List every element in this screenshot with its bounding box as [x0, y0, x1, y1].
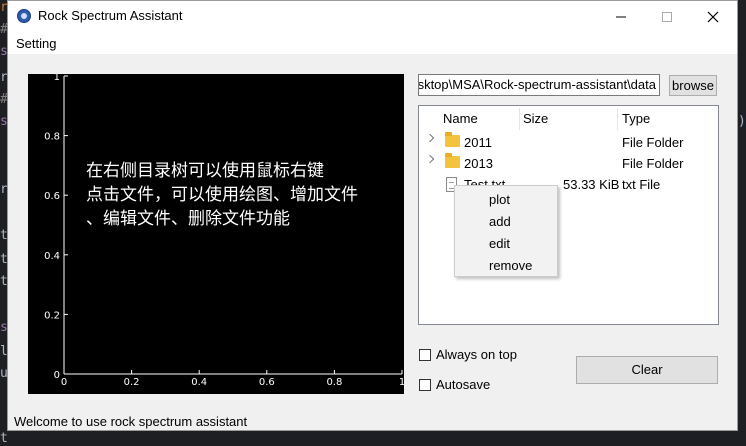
column-header-name[interactable]: Name [443, 111, 478, 126]
status-bar-text: Welcome to use rock spectrum assistant [14, 414, 248, 429]
instruction-line: 在右侧目录树可以使用鼠标右键 [86, 161, 324, 181]
maximize-button[interactable] [644, 1, 690, 32]
folder-icon [445, 153, 460, 168]
plot-canvas[interactable]: 0 0.2 0.4 0.6 0.8 1 0 0.2 0.4 0.6 0.8 1 在右侧目录树可以使用鼠… [28, 74, 404, 394]
minimize-icon [616, 16, 626, 17]
maximize-icon [662, 11, 672, 22]
row-name: 2011 [464, 135, 492, 150]
close-icon [707, 11, 719, 22]
plot-instruction-text: 在右侧目录树可以使用鼠标右键 点击文件，可以使用绘图、增加文件 、编辑文件、删除… [86, 159, 406, 231]
x-tick-label: 0.6 [259, 377, 275, 388]
x-tick-label: 0.8 [326, 377, 342, 388]
column-divider [519, 108, 520, 130]
expand-chevron-icon[interactable] [425, 133, 435, 143]
autosave-checkbox[interactable] [419, 379, 431, 391]
always-on-top-label: Always on top [436, 347, 517, 362]
row-size: 53.33 KiB [563, 177, 620, 192]
context-menu: plot add edit remove [454, 185, 558, 277]
column-header-type[interactable]: Type [622, 111, 650, 126]
y-tick-label: 0.6 [44, 191, 60, 202]
context-menu-remove[interactable]: remove [489, 258, 532, 273]
x-tick-label: 0 [61, 377, 67, 388]
y-tick-label: 0.2 [44, 310, 60, 321]
x-tick-label: 0.2 [124, 377, 140, 388]
tree-row-2011[interactable]: 2011 File Folder [419, 132, 718, 154]
column-divider [617, 108, 618, 130]
row-type: txt File [622, 177, 661, 192]
autosave-label: Autosave [436, 377, 491, 392]
always-on-top-checkbox[interactable] [419, 349, 431, 361]
context-menu-plot[interactable]: plot [489, 192, 510, 207]
context-menu-edit[interactable]: edit [489, 236, 510, 251]
plot-axes: 0 0.2 0.4 0.6 0.8 1 0 0.2 0.4 0.6 0.8 1 [44, 74, 404, 388]
close-button[interactable] [690, 1, 736, 32]
y-tick-label: 0.4 [44, 251, 60, 262]
window-title: Rock Spectrum Assistant [38, 8, 183, 23]
row-type: File Folder [622, 156, 684, 171]
path-value: C:\Users\Desktop\MSA\Rock-spectrum-assis… [418, 77, 656, 92]
menu-setting[interactable]: Setting [16, 36, 56, 51]
x-tick-label: 0.4 [191, 377, 207, 388]
app-window: Rock Spectrum Assistant Setting 0 0.2 0.4 0… [7, 0, 738, 431]
path-input[interactable]: C:\Users\Desktop\MSA\Rock-spectrum-assis… [418, 74, 660, 96]
instruction-line: 点击文件，可以使用绘图、增加文件 [86, 185, 358, 205]
y-tick-label: 0 [54, 370, 60, 381]
column-header-size[interactable]: Size [523, 111, 548, 126]
app-logo-icon [17, 9, 31, 23]
row-name: 2013 [464, 156, 493, 171]
context-menu-add[interactable]: add [489, 214, 511, 229]
x-tick-label: 1 [399, 377, 404, 388]
tree-row-2013[interactable]: 2013 File Folder [419, 153, 718, 175]
folder-icon [445, 132, 460, 147]
y-tick-label: 1 [54, 74, 60, 83]
clear-button[interactable]: Clear [576, 356, 718, 384]
browse-button[interactable]: browse [669, 75, 717, 96]
y-tick-label: 0.8 [44, 132, 60, 143]
instruction-line: 、编辑文件、删除文件功能 [86, 209, 290, 229]
title-bar: Rock Spectrum Assistant [8, 1, 737, 32]
menu-bar: Setting [8, 32, 737, 54]
minimize-button[interactable] [598, 1, 644, 32]
row-type: File Folder [622, 135, 684, 150]
expand-chevron-icon[interactable] [425, 154, 435, 164]
